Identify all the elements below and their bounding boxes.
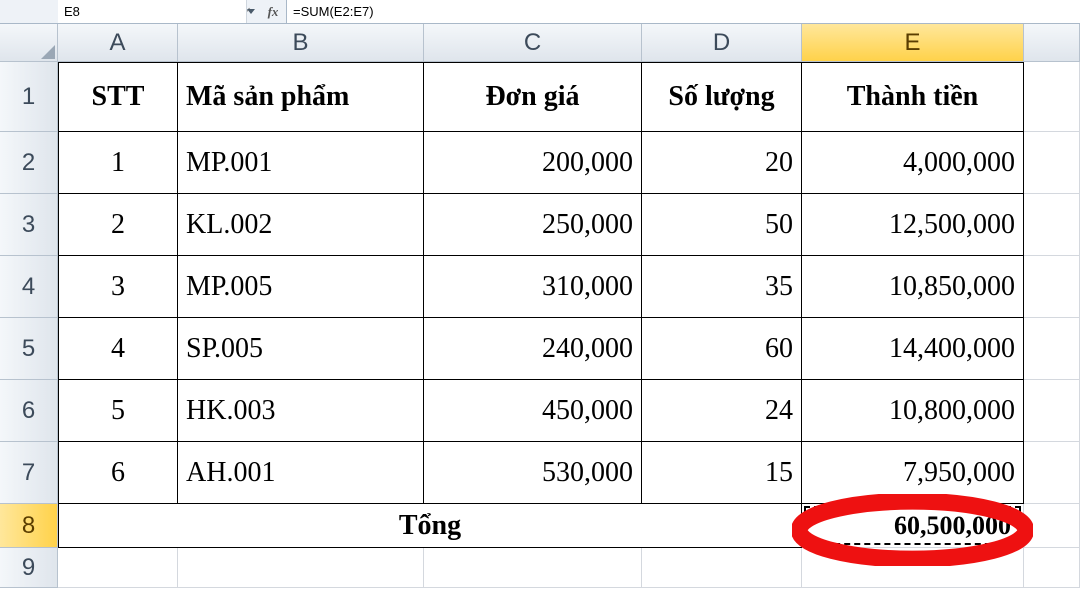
col-head-B[interactable]: B: [178, 24, 424, 62]
fx-icon[interactable]: fx: [260, 0, 286, 23]
row-head-2[interactable]: 2: [0, 132, 58, 194]
col-head-C[interactable]: C: [424, 24, 642, 62]
cell-C4[interactable]: 310,000: [424, 256, 642, 318]
formula-input-wrap: [287, 0, 1080, 23]
col-head-E[interactable]: E: [802, 24, 1024, 62]
spreadsheet-grid: A B C D E 1 STT Mã sản phẩm Đơn giá Số l…: [0, 24, 1080, 588]
name-box[interactable]: [58, 0, 208, 23]
cell-B6[interactable]: HK.003: [178, 380, 424, 442]
cell-A4[interactable]: 3: [58, 256, 178, 318]
cell-A7[interactable]: 6: [58, 442, 178, 504]
cell-E4[interactable]: 10,850,000: [802, 256, 1024, 318]
row-head-5[interactable]: 5: [0, 318, 58, 380]
cell-C1[interactable]: Đơn giá: [424, 62, 642, 132]
name-box-dropdown[interactable]: [246, 0, 255, 23]
cell-B5[interactable]: SP.005: [178, 318, 424, 380]
cell-F9[interactable]: [1024, 548, 1080, 588]
cell-F3[interactable]: [1024, 194, 1080, 256]
cell-D6[interactable]: 24: [642, 380, 802, 442]
cell-F7[interactable]: [1024, 442, 1080, 504]
row-head-6[interactable]: 6: [0, 380, 58, 442]
select-all-corner[interactable]: [0, 24, 58, 62]
cell-A1[interactable]: STT: [58, 62, 178, 132]
cell-C2[interactable]: 200,000: [424, 132, 642, 194]
row-head-8[interactable]: 8: [0, 504, 58, 548]
cell-B1[interactable]: Mã sản phẩm: [178, 62, 424, 132]
cell-F5[interactable]: [1024, 318, 1080, 380]
cell-C7[interactable]: 530,000: [424, 442, 642, 504]
cell-F4[interactable]: [1024, 256, 1080, 318]
cell-A5[interactable]: 4: [58, 318, 178, 380]
cell-E6[interactable]: 10,800,000: [802, 380, 1024, 442]
col-head-A[interactable]: A: [58, 24, 178, 62]
cell-B3[interactable]: KL.002: [178, 194, 424, 256]
cell-B7[interactable]: AH.001: [178, 442, 424, 504]
cell-C6[interactable]: 450,000: [424, 380, 642, 442]
cell-A3[interactable]: 2: [58, 194, 178, 256]
row-head-1[interactable]: 1: [0, 62, 58, 132]
row-head-9[interactable]: 9: [0, 548, 58, 588]
cell-C9[interactable]: [424, 548, 642, 588]
cell-D7[interactable]: 15: [642, 442, 802, 504]
row-head-3[interactable]: 3: [0, 194, 58, 256]
cell-E5[interactable]: 14,400,000: [802, 318, 1024, 380]
col-head-blank[interactable]: [1024, 24, 1080, 62]
row-head-4[interactable]: 4: [0, 256, 58, 318]
cell-F2[interactable]: [1024, 132, 1080, 194]
row-head-7[interactable]: 7: [0, 442, 58, 504]
cell-E3[interactable]: 12,500,000: [802, 194, 1024, 256]
cell-A9[interactable]: [58, 548, 178, 588]
cell-C3[interactable]: 250,000: [424, 194, 642, 256]
cell-D9[interactable]: [642, 548, 802, 588]
cell-F1[interactable]: [1024, 62, 1080, 132]
cell-E9[interactable]: [802, 548, 1024, 588]
name-box-input[interactable]: [58, 0, 246, 23]
formula-input[interactable]: [287, 0, 1080, 23]
cell-D2[interactable]: 20: [642, 132, 802, 194]
cell-E2[interactable]: 4,000,000: [802, 132, 1024, 194]
cell-F6[interactable]: [1024, 380, 1080, 442]
formula-bar: ✕ ✓ fx: [0, 0, 1080, 24]
cell-A6[interactable]: 5: [58, 380, 178, 442]
cell-C5[interactable]: 240,000: [424, 318, 642, 380]
cell-E1[interactable]: Thành tiền: [802, 62, 1024, 132]
cell-A2[interactable]: 1: [58, 132, 178, 194]
cell-D4[interactable]: 35: [642, 256, 802, 318]
cell-B4[interactable]: MP.005: [178, 256, 424, 318]
cell-total-label[interactable]: Tổng: [58, 504, 802, 548]
cell-D1[interactable]: Số lượng: [642, 62, 802, 132]
cell-D3[interactable]: 50: [642, 194, 802, 256]
chevron-down-icon: [247, 9, 255, 14]
active-cell-value: 60,500,000: [804, 506, 1021, 545]
cell-D5[interactable]: 60: [642, 318, 802, 380]
cell-F8[interactable]: [1024, 504, 1080, 548]
cell-B9[interactable]: [178, 548, 424, 588]
cell-B2[interactable]: MP.001: [178, 132, 424, 194]
col-head-D[interactable]: D: [642, 24, 802, 62]
cell-E7[interactable]: 7,950,000: [802, 442, 1024, 504]
cell-E8[interactable]: 60,500,000: [802, 504, 1024, 548]
